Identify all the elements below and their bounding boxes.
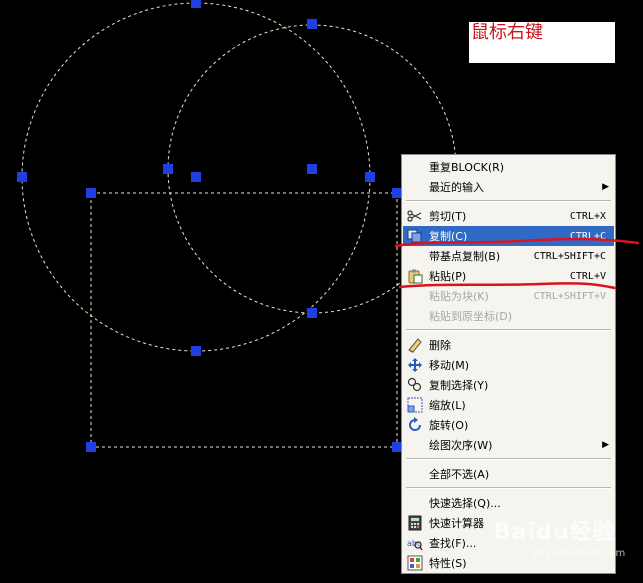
menu-item-label: 粘贴到原坐标(D) xyxy=(429,310,513,323)
grip-point[interactable] xyxy=(307,308,317,318)
grip-point[interactable] xyxy=(307,19,317,29)
menu-item-label: 粘贴(P) xyxy=(429,270,467,283)
move-icon xyxy=(407,357,423,373)
paste-icon xyxy=(407,268,423,284)
copy-select-icon xyxy=(407,377,423,393)
watermark-url: jingyan.baidu.com xyxy=(533,548,626,559)
grip-point[interactable] xyxy=(191,0,201,8)
menu-item-label: 旋转(O) xyxy=(429,419,469,432)
scissors-icon xyxy=(407,208,423,224)
menu-item-label: 带基点复制(B) xyxy=(429,250,501,263)
menu-item-draw-order[interactable]: 绘图次序(W) ▶ xyxy=(403,435,614,455)
grip-point[interactable] xyxy=(86,188,96,198)
menu-item-paste[interactable]: 粘贴(P) CTRL+V xyxy=(403,266,614,286)
menu-item-quick-select[interactable]: 快速选择(Q)... xyxy=(403,493,614,513)
grip-point[interactable] xyxy=(17,172,27,182)
menu-item-recent-input[interactable]: 最近的输入 ▶ xyxy=(403,177,614,197)
grip-point[interactable] xyxy=(365,172,375,182)
eraser-icon xyxy=(407,337,423,353)
menu-separator xyxy=(406,200,611,202)
menu-item-move[interactable]: 移动(M) xyxy=(403,355,614,375)
copy-icon xyxy=(407,228,423,244)
menu-item-label: 查找(F)... xyxy=(429,537,477,550)
scale-icon xyxy=(407,397,423,413)
svg-text:abc: abc xyxy=(407,539,421,548)
menu-item-paste-as-block[interactable]: 粘贴为块(K) CTRL+SHIFT+V xyxy=(403,286,614,306)
menu-item-label: 全部不选(A) xyxy=(429,468,490,481)
menu-item-label: 重复BLOCK(R) xyxy=(429,161,505,174)
selected-rectangle[interactable] xyxy=(90,192,398,448)
menu-item-paste-to-original[interactable]: 粘贴到原坐标(D) xyxy=(403,306,614,326)
rotate-icon xyxy=(407,417,423,433)
menu-item-label: 特性(S) xyxy=(429,557,467,570)
annotation-label: 鼠标右键 xyxy=(469,22,615,63)
grip-point[interactable] xyxy=(191,172,201,182)
menu-item-copy-selection[interactable]: 复制选择(Y) xyxy=(403,375,614,395)
properties-icon xyxy=(407,555,423,571)
menu-item-label: 快速计算器 xyxy=(429,517,484,530)
menu-item-repeat-block[interactable]: 重复BLOCK(R) xyxy=(403,157,614,177)
menu-item-label: 最近的输入 xyxy=(429,181,484,194)
submenu-arrow-icon: ▶ xyxy=(602,182,609,192)
grip-point[interactable] xyxy=(307,164,317,174)
menu-item-label: 绘图次序(W) xyxy=(429,439,493,452)
menu-item-rotate[interactable]: 旋转(O) xyxy=(403,415,614,435)
menu-item-copy-with-basepoint[interactable]: 带基点复制(B) CTRL+SHIFT+C xyxy=(403,246,614,266)
menu-item-label: 复制(C) xyxy=(429,230,468,243)
menu-separator xyxy=(406,458,611,460)
menu-item-label: 缩放(L) xyxy=(429,399,466,412)
grip-point[interactable] xyxy=(163,164,173,174)
calculator-icon xyxy=(407,515,423,531)
menu-item-shortcut: CTRL+X xyxy=(569,210,606,222)
menu-item-label: 快速选择(Q)... xyxy=(429,497,501,510)
menu-separator xyxy=(406,487,611,489)
menu-item-copy[interactable]: 复制(C) CTRL+C xyxy=(403,226,614,246)
menu-item-shortcut: CTRL+V xyxy=(569,270,606,282)
grip-point[interactable] xyxy=(86,442,96,452)
menu-item-label: 移动(M) xyxy=(429,359,470,372)
menu-separator xyxy=(406,329,611,331)
menu-item-scale[interactable]: 缩放(L) xyxy=(403,395,614,415)
menu-item-label: 剪切(T) xyxy=(429,210,467,223)
find-icon: abc xyxy=(407,535,423,551)
menu-item-shortcut: CTRL+SHIFT+V xyxy=(533,290,606,302)
menu-item-deselect-all[interactable]: 全部不选(A) xyxy=(403,464,614,484)
context-menu[interactable]: 重复BLOCK(R) 最近的输入 ▶ 剪切(T) CTRL+X 复制(C) CT… xyxy=(401,154,616,574)
menu-item-label: 复制选择(Y) xyxy=(429,379,489,392)
grip-point[interactable] xyxy=(191,346,201,356)
menu-item-shortcut: CTRL+C xyxy=(569,230,606,242)
menu-item-erase[interactable]: 删除 xyxy=(403,335,614,355)
menu-item-shortcut: CTRL+SHIFT+C xyxy=(533,250,606,262)
menu-item-cut[interactable]: 剪切(T) CTRL+X xyxy=(403,206,614,226)
watermark-logo: Baidu经验 xyxy=(494,520,616,545)
menu-item-label: 粘贴为块(K) xyxy=(429,290,489,303)
menu-item-label: 删除 xyxy=(429,339,451,352)
submenu-arrow-icon: ▶ xyxy=(602,440,609,450)
